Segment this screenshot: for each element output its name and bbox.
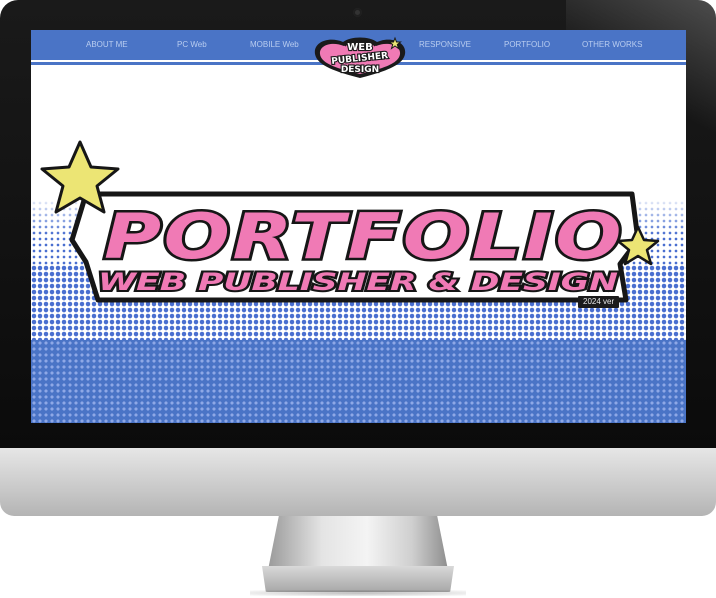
- monitor-screen: ABOUT ME PC Web MOBILE Web RESPONSIVE PO…: [31, 30, 686, 423]
- nav-responsive[interactable]: RESPONSIVE: [419, 30, 471, 60]
- halftone-fade: [31, 195, 686, 235]
- logo-line-1: WEB: [347, 42, 372, 53]
- version-badge: 2024 ver: [578, 296, 620, 308]
- stand-shadow: [250, 590, 466, 596]
- monitor-stand-base: [262, 566, 454, 592]
- camera-icon: [353, 8, 362, 17]
- nav-mobile-web[interactable]: MOBILE Web: [250, 30, 299, 60]
- monitor-stand-neck: [268, 516, 448, 570]
- nav-other-works[interactable]: OTHER WORKS: [582, 30, 642, 60]
- nav-portfolio[interactable]: PORTFOLIO: [504, 30, 550, 60]
- nav-pc-web[interactable]: PC Web: [177, 30, 207, 60]
- site-logo[interactable]: WEB PUBLISHER DESIGN: [307, 32, 413, 80]
- halftone-background-solid: [31, 340, 686, 423]
- monitor-chin: [0, 448, 716, 516]
- nav-about-me[interactable]: ABOUT ME: [86, 30, 128, 60]
- logo-line-3: DESIGN: [341, 65, 379, 75]
